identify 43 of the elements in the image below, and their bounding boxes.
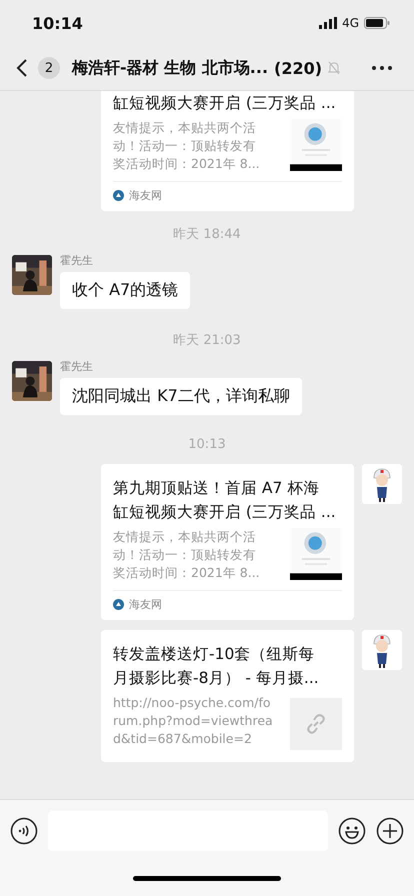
back-icon[interactable] [16, 58, 28, 78]
chat-title: 梅浩轩-器材 生物 北市场... [72, 58, 268, 78]
unread-badge: 2 [38, 57, 60, 79]
card-description: http://noo-psyche.com/fo [113, 694, 272, 712]
card-description: 动！活动一：顶贴转发有 [113, 546, 257, 564]
card-description: 奖活动时间：2021年 8... [113, 155, 260, 173]
signal-icon [319, 17, 338, 29]
card-description: 动！活动一：顶贴转发有 [113, 137, 257, 155]
avatar-figure-icon[interactable] [362, 630, 402, 670]
timestamp: 昨天 18:44 [173, 226, 241, 243]
avatar-figure-icon[interactable] [362, 464, 402, 504]
member-count: (220) [274, 58, 322, 78]
source-name: 海友网 [129, 188, 162, 203]
link-card[interactable]: 缸短视频大赛开启 (三万奖品 ... 友情提示，本贴共两个活 动！活动一：顶贴转发有 奖活动时间：2021年 8... 海友网 [101, 91, 354, 211]
message-bubble[interactable]: 收个 A7的透镜 [60, 272, 190, 309]
card-description: 奖活动时间：2021年 8... [113, 564, 260, 582]
link-icon [304, 712, 328, 736]
site-icon [113, 599, 124, 610]
battery-icon [364, 17, 390, 29]
card-title: 缸短视频大赛开启 (三万奖品 ... [113, 93, 337, 114]
emoji-icon[interactable] [338, 817, 366, 845]
status-time: 10:14 [32, 14, 83, 32]
link-card[interactable]: 转发盖楼送灯-10套（纽斯每 月摄影比赛-8月） - 每月摄... http://noo-psyche.com/fo rum.php?mod=viewthrea d&tid=687&mobile=2 [101, 630, 354, 762]
more-icon[interactable] [372, 66, 392, 70]
site-icon [113, 190, 124, 201]
card-title: 转发盖楼送灯-10套（纽斯每 [113, 644, 316, 665]
sender-name: 霍先生 [60, 359, 93, 374]
timestamp: 昨天 21:03 [173, 332, 241, 349]
plus-icon[interactable] [376, 817, 404, 845]
sender-name: 霍先生 [60, 253, 93, 268]
card-description: rum.php?mod=viewthrea [113, 712, 273, 730]
card-title: 第九期顶贴送！首届 A7 杯海 [113, 478, 320, 499]
link-card[interactable]: 第九期顶贴送！首届 A7 杯海 缸短视频大赛开启 (三万奖品 ... 友情提示，本贴共两个活 动！活动一：顶贴转发有 奖活动时间：2021年 8... 海友网 [101, 464, 354, 620]
message-bubble[interactable]: 沈阳同城出 K7二代，详询私聊 [60, 378, 302, 415]
card-description: 友情提示，本贴共两个活 [113, 528, 257, 546]
card-description: d&tid=687&mobile=2 [113, 730, 253, 748]
voice-icon[interactable] [10, 817, 38, 845]
card-title: 缸短视频大赛开启 (三万奖品 ... [113, 502, 337, 523]
card-description: 友情提示，本贴共两个活 [113, 119, 257, 137]
timestamp: 10:13 [188, 437, 226, 452]
source-name: 海友网 [129, 597, 162, 612]
card-title: 月摄影比赛-8月） - 每月摄... [113, 668, 320, 689]
network-type: 4G [342, 16, 359, 30]
